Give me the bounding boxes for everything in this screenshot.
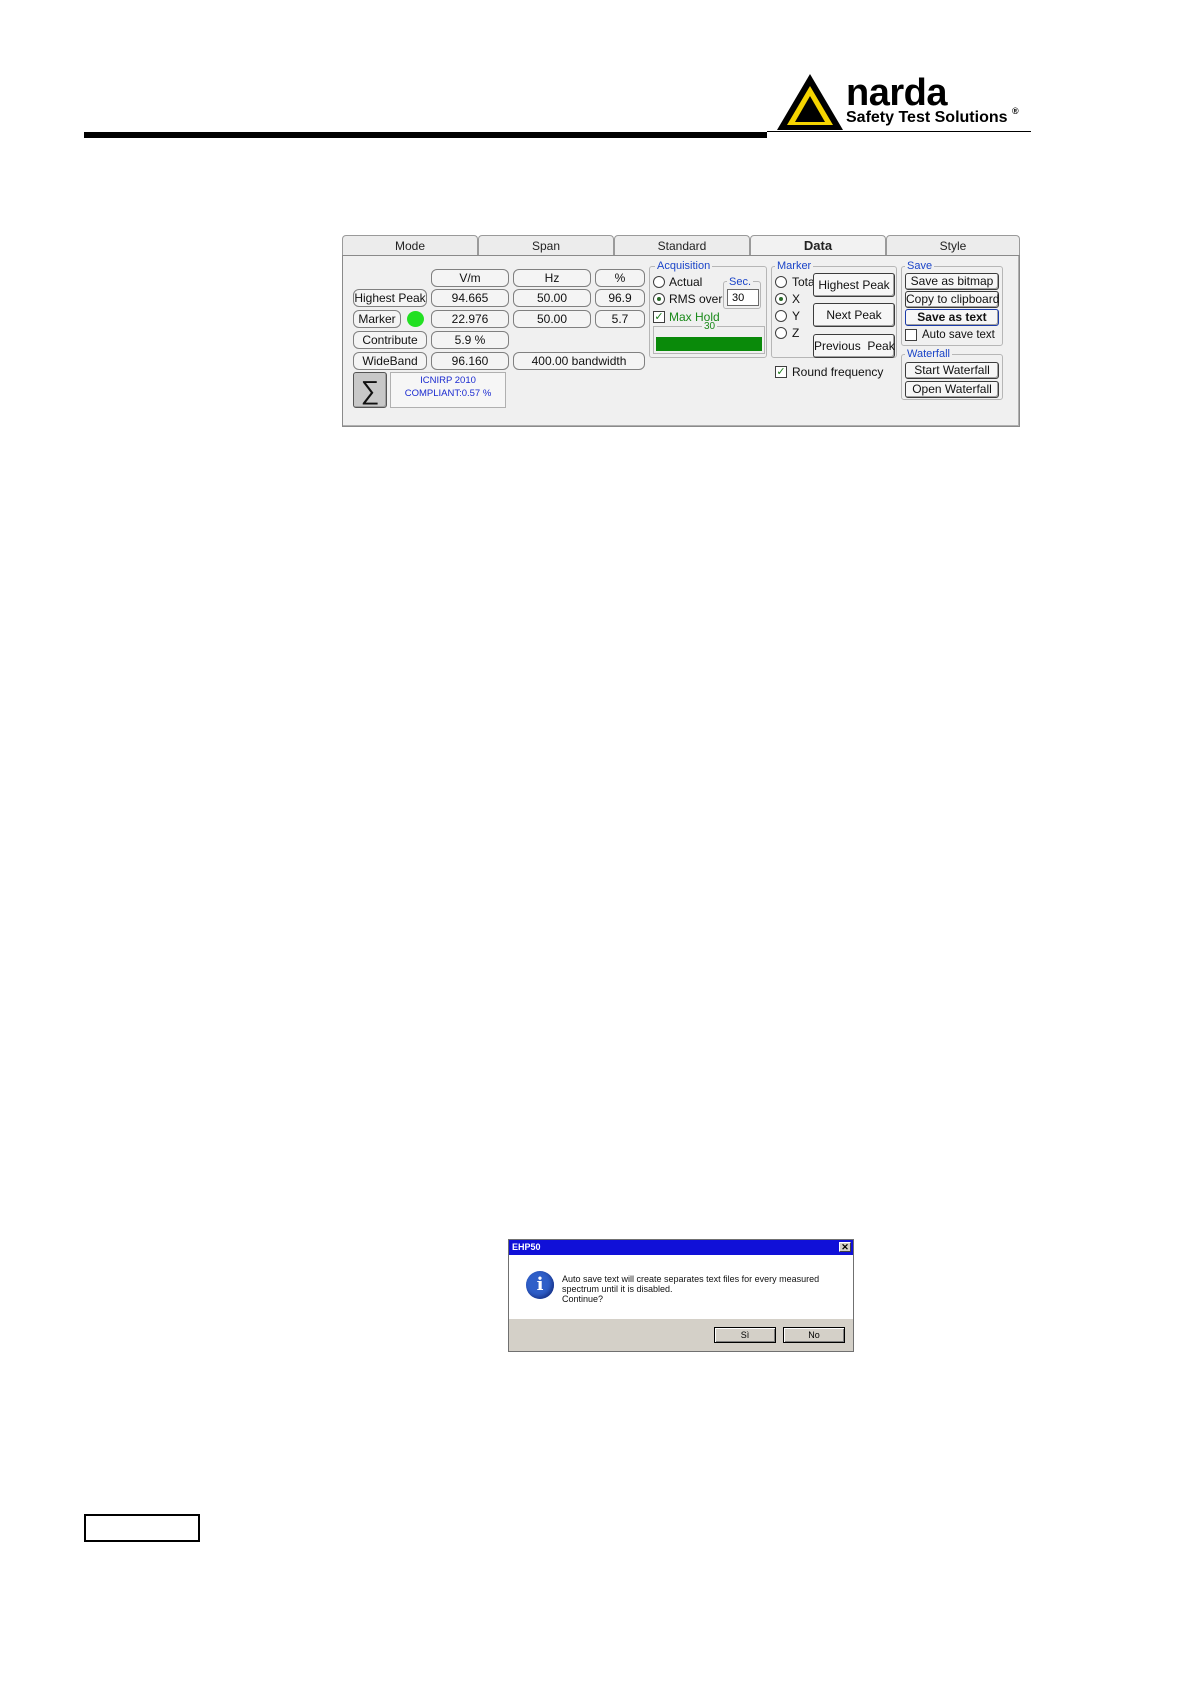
tab-content-data: V/m Hz % Highest Peak 94.665 50.00 96.9 … — [342, 255, 1020, 427]
save-group-title: Save — [905, 260, 935, 272]
highest-peak-percent-value: 96.9 — [595, 289, 645, 307]
wideband-row-button[interactable]: WideBand — [353, 352, 427, 370]
dialog-message-line-1: Auto save text will create separates tex… — [562, 1274, 820, 1284]
highest-peak-row-button[interactable]: Highest Peak — [353, 289, 427, 307]
close-icon[interactable]: ✕ — [839, 1242, 851, 1252]
marker-percent-value: 5.7 — [595, 310, 645, 328]
marker-total-radio[interactable] — [775, 276, 787, 288]
auto-save-text-label: Auto save text — [922, 329, 995, 341]
tab-standard[interactable]: Standard — [614, 235, 750, 255]
sec-title: Sec. — [727, 276, 754, 288]
marker-x-label: X — [792, 292, 801, 306]
compliance-status: COMPLIANT:0.57 % — [404, 388, 492, 399]
acquisition-rms-label: RMS over — [669, 292, 723, 306]
dialog-content: i Auto save text will create separates t… — [509, 1255, 853, 1319]
auto-save-dialog: EHP50 ✕ i Auto save text will create sep… — [508, 1239, 854, 1352]
tab-style[interactable]: Style — [886, 235, 1020, 255]
logo-registered-mark: ® — [1012, 106, 1019, 116]
sum-button[interactable]: ∑ — [353, 372, 387, 408]
tab-data[interactable]: Data — [750, 235, 886, 255]
highest-peak-vm-value: 94.665 — [431, 289, 509, 307]
max-hold-checkbox[interactable]: ✓ — [653, 311, 665, 323]
dialog-titlebar: EHP50 ✕ — [509, 1240, 853, 1255]
auto-save-text-checkbox[interactable] — [905, 329, 917, 341]
contribute-vm-value: 5.9 % — [431, 331, 509, 349]
marker-row-button[interactable]: Marker — [353, 310, 401, 328]
acquisition-rms-radio[interactable] — [653, 293, 665, 305]
marker-z-label: Z — [792, 326, 800, 340]
open-waterfall-button[interactable]: Open Waterfall — [905, 381, 999, 398]
tab-span[interactable]: Span — [478, 235, 614, 255]
copy-to-clipboard-button[interactable]: Copy to clipboard — [905, 291, 999, 308]
marker-hz-value: 50.00 — [513, 310, 591, 328]
dialog-yes-button[interactable]: Sì — [714, 1327, 776, 1343]
marker-indicator-icon — [407, 311, 424, 327]
column-header-hz: Hz — [513, 269, 591, 287]
dialog-message-line-2: spectrum until it is disabled. — [562, 1284, 673, 1294]
acquisition-actual-radio[interactable] — [653, 276, 665, 288]
wideband-vm-value: 96.160 — [431, 352, 509, 370]
previous-peak-button[interactable]: Previous Peak — [813, 334, 895, 358]
marker-group-title: Marker — [775, 260, 814, 272]
highest-peak-hz-value: 50.00 — [513, 289, 591, 307]
marker-x-radio[interactable] — [775, 293, 787, 305]
logo-tagline: Safety Test Solutions — [846, 109, 1008, 126]
start-waterfall-button[interactable]: Start Waterfall — [905, 362, 999, 379]
waterfall-group-title: Waterfall — [905, 348, 952, 360]
compliance-standard: ICNIRP 2010 — [420, 375, 476, 386]
highest-peak-button[interactable]: Highest Peak — [813, 273, 895, 297]
page-footer-box — [84, 1514, 200, 1542]
acquisition-progress-track — [656, 337, 762, 351]
contribute-row-button[interactable]: Contribute — [353, 331, 427, 349]
next-peak-button[interactable]: Next Peak — [813, 303, 895, 327]
tab-mode[interactable]: Mode — [342, 235, 478, 255]
acquisition-progress-value: 30 — [702, 321, 718, 333]
compliance-box: ICNIRP 2010 COMPLIANT:0.57 % — [390, 372, 506, 408]
marker-vm-value: 22.976 — [431, 310, 509, 328]
data-panel: Mode Span Standard Data Style V/m Hz % H… — [342, 235, 1020, 427]
column-header-percent: % — [595, 269, 645, 287]
marker-y-radio[interactable] — [775, 310, 787, 322]
dialog-title: EHP50 — [512, 1242, 541, 1252]
save-as-bitmap-button[interactable]: Save as bitmap — [905, 273, 999, 290]
round-frequency-checkbox[interactable]: ✓ — [775, 366, 787, 378]
rms-seconds-input[interactable]: 30 — [727, 289, 759, 306]
round-frequency-label: Round frequency — [792, 365, 884, 379]
narda-logo-triangle-icon — [777, 74, 843, 130]
marker-z-radio[interactable] — [775, 327, 787, 339]
column-header-vm: V/m — [431, 269, 509, 287]
save-as-text-button[interactable]: Save as text — [905, 309, 999, 326]
acquisition-actual-label: Actual — [669, 275, 703, 289]
header-rule — [84, 132, 767, 138]
marker-y-label: Y — [792, 309, 801, 323]
wideband-bandwidth-value: 400.00 bandwidth — [513, 352, 645, 370]
info-icon: i — [526, 1271, 554, 1299]
acquisition-progress-bar — [656, 337, 762, 351]
dialog-message-line-3: Continue? — [562, 1294, 604, 1304]
acquisition-title: Acquisition — [655, 260, 713, 272]
dialog-no-button[interactable]: No — [783, 1327, 845, 1343]
